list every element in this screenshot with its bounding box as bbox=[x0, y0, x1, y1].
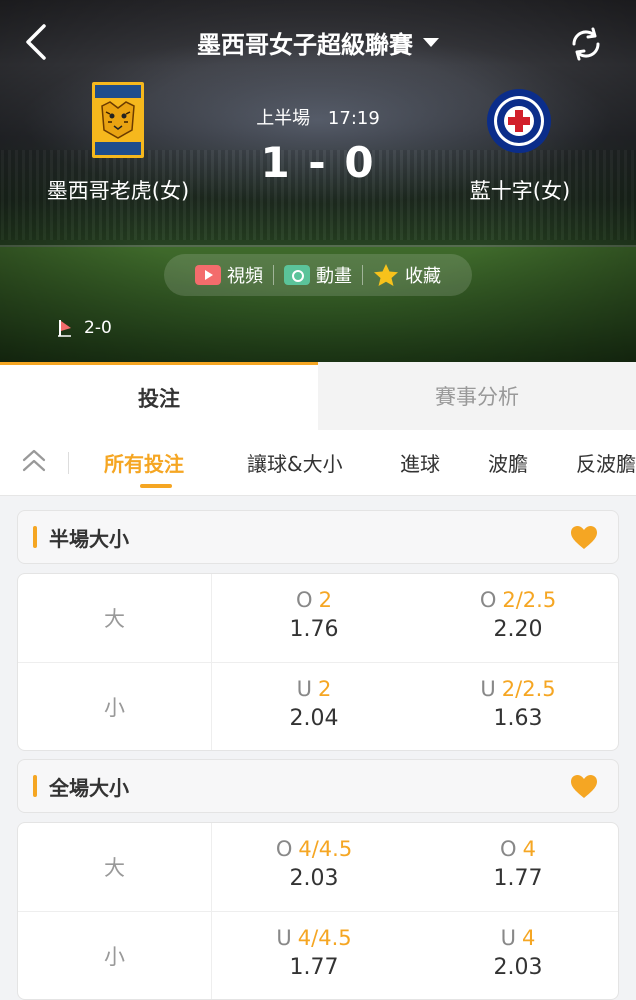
odds-cell[interactable]: O2 1.76 bbox=[212, 574, 416, 662]
match-period: 上半場 17:19 bbox=[218, 104, 418, 130]
row-label-over: 大 bbox=[18, 823, 212, 911]
odds-cell[interactable]: O 4/4.5 2.03 bbox=[212, 823, 416, 911]
tab-betting[interactable]: 投注 bbox=[0, 362, 318, 430]
tab-goals[interactable]: 進球 bbox=[400, 448, 440, 477]
row-label-over: 大 bbox=[18, 574, 212, 662]
odds-price: 1.77 bbox=[493, 866, 543, 891]
table-row: 大 O2 1.76 O 2/2.5 2.20 bbox=[18, 574, 618, 663]
odds-table-fulltime-ou: 大 O 4/4.5 2.03 O4 1.77 小 U 4/4.5 1.77 U4 2… bbox=[17, 822, 619, 1000]
row-label-under: 小 bbox=[18, 663, 212, 750]
odds-cell[interactable]: O4 1.77 bbox=[416, 823, 618, 911]
home-team-logo bbox=[92, 82, 144, 158]
odds-price: 2.04 bbox=[289, 706, 339, 731]
match-header: 墨西哥女子超級聯賽 墨西哥老虎(女) 藍十字(女) 上半場 17:19 1 - … bbox=[0, 0, 636, 362]
match-score: 1 - 0 bbox=[260, 138, 376, 187]
home-team-name: 墨西哥老虎(女) bbox=[46, 179, 190, 203]
video-button[interactable]: 視頻 bbox=[185, 262, 273, 288]
tab-handicap-overunder[interactable]: 讓球&大小 bbox=[247, 448, 343, 477]
heart-icon[interactable] bbox=[570, 774, 598, 800]
period-label: 上半場 bbox=[256, 108, 311, 129]
odds-cell[interactable]: O 2/2.5 2.20 bbox=[416, 574, 618, 662]
odds-price: 2.03 bbox=[493, 955, 543, 980]
market-title: 全場大小 bbox=[49, 775, 129, 800]
tab-analysis[interactable]: 賽事分析 bbox=[318, 362, 636, 430]
match-clock: 17:19 bbox=[327, 108, 380, 129]
heart-icon[interactable] bbox=[570, 525, 598, 551]
chevron-double-up-icon[interactable] bbox=[20, 446, 48, 476]
odds-price: 2.03 bbox=[289, 866, 339, 891]
main-tabs: 投注 賽事分析 bbox=[0, 362, 636, 430]
table-row: 小 U 4/4.5 1.77 U4 2.03 bbox=[18, 912, 618, 999]
odds-price: 1.76 bbox=[289, 617, 339, 642]
star-icon bbox=[374, 264, 398, 286]
refresh-icon[interactable] bbox=[566, 24, 606, 64]
video-label: 視頻 bbox=[227, 266, 263, 287]
market-title: 半場大小 bbox=[49, 526, 129, 551]
animation-label: 動畫 bbox=[316, 266, 352, 287]
active-tab-indicator bbox=[140, 484, 172, 488]
away-team-name: 藍十字(女) bbox=[469, 179, 571, 203]
favorite-label: 收藏 bbox=[405, 266, 441, 287]
odds-price: 1.63 bbox=[493, 706, 543, 731]
odds-price: 1.77 bbox=[289, 955, 339, 980]
bet-category-tabs: 所有投注 讓球&大小 進球 波膽 反波膽 bbox=[0, 430, 636, 496]
odds-price: 2.20 bbox=[493, 617, 543, 642]
back-icon[interactable] bbox=[18, 22, 54, 62]
corner-score: 2-0 bbox=[84, 318, 112, 338]
market-header-halftime-ou[interactable]: 半場大小 bbox=[17, 510, 619, 564]
odds-cell[interactable]: U4 2.03 bbox=[416, 912, 618, 999]
market-header-fulltime-ou[interactable]: 全場大小 bbox=[17, 759, 619, 813]
row-label-under: 小 bbox=[18, 912, 212, 999]
tab-correct-score[interactable]: 波膽 bbox=[488, 448, 528, 477]
table-row: 大 O 4/4.5 2.03 O4 1.77 bbox=[18, 823, 618, 912]
animation-button[interactable]: 動畫 bbox=[274, 262, 362, 288]
tab-all-bets[interactable]: 所有投注 bbox=[104, 448, 184, 477]
caret-down-icon bbox=[423, 37, 439, 47]
league-selector[interactable]: 墨西哥女子超級聯賽 bbox=[150, 22, 486, 62]
corner-count: 2-0 bbox=[58, 318, 112, 338]
corner-flag-icon bbox=[58, 320, 71, 337]
tab-anti-correct-score[interactable]: 反波膽 bbox=[576, 448, 636, 477]
match-actions: 視頻 動畫 收藏 bbox=[164, 254, 472, 296]
table-row: 小 U2 2.04 U 2/2.5 1.63 bbox=[18, 663, 618, 750]
favorite-button[interactable]: 收藏 bbox=[363, 262, 451, 288]
odds-cell[interactable]: U 4/4.5 1.77 bbox=[212, 912, 416, 999]
odds-cell[interactable]: U2 2.04 bbox=[212, 663, 416, 750]
video-icon bbox=[195, 265, 221, 285]
away-team-logo bbox=[487, 89, 551, 153]
animation-icon bbox=[284, 265, 310, 285]
league-title: 墨西哥女子超級聯賽 bbox=[197, 30, 413, 59]
odds-table-halftime-ou: 大 O2 1.76 O 2/2.5 2.20 小 U2 2.04 U 2/2.5 1… bbox=[17, 573, 619, 751]
odds-cell[interactable]: U 2/2.5 1.63 bbox=[416, 663, 618, 750]
